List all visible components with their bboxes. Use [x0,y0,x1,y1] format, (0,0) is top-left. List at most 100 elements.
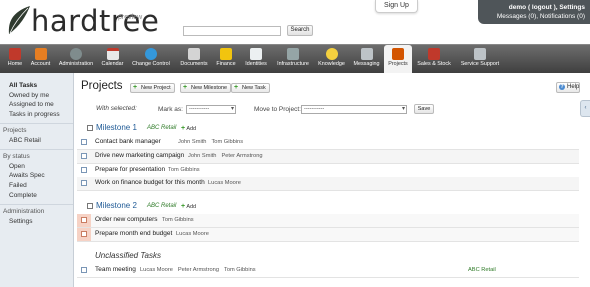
milestone-add-task-link[interactable]: + Add [181,125,196,132]
assignee[interactable]: John Smith [178,139,206,145]
signup-button[interactable]: Sign Up [375,0,418,13]
change-control-icon [145,48,157,60]
app-logo-text[interactable]: hardtree [31,6,159,36]
calendar-icon [106,48,119,60]
nav-service-support[interactable]: Service Support [456,45,504,73]
add-label: Add [186,204,197,210]
button-label: New Milestone [191,85,228,91]
milestone-checkbox[interactable] [87,125,93,131]
nav-label: Calendar [101,61,124,67]
move-to-project-select[interactable]: ----------- [301,105,407,114]
task-name[interactable]: Prepare for presentation [95,166,165,173]
sidebar-heading-status: By status [3,153,30,160]
milestone-checkbox[interactable] [87,203,93,209]
sidebar-heading-administration: Administration [3,208,45,215]
sidebar-item-complete[interactable]: Complete [9,192,37,199]
milestone-title[interactable]: Milestone 2 [96,201,137,210]
nav-account[interactable]: Account [27,45,54,73]
nav-documents[interactable]: Documents [176,45,212,73]
mark-as-select[interactable]: ----------- [186,105,236,114]
nav-knowledge[interactable]: Knowledge [315,45,348,73]
sidebar-item-abc-retail[interactable]: ABC Retail [9,137,41,144]
assignee[interactable]: Lucas Moore [208,180,241,186]
nav-messaging[interactable]: Messaging [350,45,383,73]
task-checkbox[interactable] [81,267,87,273]
user-links[interactable]: demo ( logout ), Settings [478,3,585,12]
milestone-project-link[interactable]: ABC Retail [147,203,176,209]
assignee[interactable]: Lucas Moore [176,231,209,237]
assignee[interactable]: Peter Armstrong [178,267,219,273]
task-checkbox[interactable] [81,167,87,173]
search-input[interactable] [183,26,281,36]
milestone-project-link[interactable]: ABC Retail [147,125,176,131]
task-name[interactable]: Prepare month end budget [95,230,172,237]
task-project-link[interactable]: ABC Retail [468,267,496,273]
task-assignees: Tom Gibbins [162,217,199,223]
nav-label: Knowledge [318,61,345,67]
task-checkbox[interactable] [81,217,87,223]
task-assignees: Lucas Moore Peter Armstrong Tom Gibbins [140,267,261,273]
milestone-add-task-link[interactable]: + Add [181,203,196,210]
task-name[interactable]: Order new computers [95,216,158,223]
side-panel-toggle[interactable]: ‹ [580,100,590,117]
milestone-title[interactable]: Milestone 1 [96,123,137,132]
assignee[interactable]: Tom Gibbins [224,267,256,273]
table-row[interactable]: Drive new marketing campaign John Smith P… [77,150,579,164]
nav-label: Administration [58,61,94,67]
sidebar-heading-projects: Projects [3,127,27,134]
user-counters[interactable]: Messages (0), Notifications (0) [478,12,585,21]
table-row[interactable]: Contact bank manager John Smith Tom Gibbi… [77,136,579,150]
task-checkbox[interactable] [81,139,87,145]
finance-icon [220,48,232,60]
assignee[interactable]: Tom Gibbins [168,167,200,173]
table-row[interactable]: Team meeting Lucas Moore Peter Armstrong T… [77,264,579,278]
sidebar-item-assigned-to-me[interactable]: Assigned to me [9,101,54,108]
task-checkbox[interactable] [81,180,87,186]
new-milestone-button[interactable]: + New Milestone [180,83,232,93]
plus-icon: + [133,84,138,91]
nav-calendar[interactable]: Calendar [99,45,126,73]
assignee[interactable]: Tom Gibbins [211,139,243,145]
task-checkbox[interactable] [81,153,87,159]
nav-label: Finance [216,61,236,67]
nav-finance[interactable]: Finance [213,45,239,73]
task-name[interactable]: Team meeting [95,266,136,273]
task-name[interactable]: Contact bank manager [95,138,161,145]
sidebar-item-open[interactable]: Open [9,163,25,170]
table-row[interactable]: Prepare month end budget Lucas Moore [77,228,579,242]
sidebar-item-tasks-in-progress[interactable]: Tasks in progress [9,111,60,118]
plus-icon: + [181,125,186,132]
search-button[interactable]: Search [287,25,313,36]
table-row[interactable]: Work on finance budget for this month Lu… [77,177,579,191]
nav-sales-stock[interactable]: Sales & Stock [414,45,454,73]
help-button[interactable]: ? Help [556,82,580,93]
nav-home[interactable]: Home [4,45,26,73]
nav-identities[interactable]: Identities [241,45,271,73]
sidebar-item-settings[interactable]: Settings [9,218,33,225]
task-name[interactable]: Work on finance budget for this month [95,179,205,186]
nav-infrastructure[interactable]: Infrastructure [273,45,313,73]
account-icon [34,48,47,60]
sidebar-divider [0,123,73,124]
new-task-button[interactable]: + New Task [231,83,270,93]
sidebar-item-awaits-spec[interactable]: Awaits Spec [9,172,45,179]
new-project-button[interactable]: + New Project [130,83,175,93]
sidebar-item-failed[interactable]: Failed [9,182,27,189]
task-assignees: John Smith Tom Gibbins [178,139,248,145]
documents-icon [188,48,200,60]
table-row[interactable]: Order new computers Tom Gibbins [77,214,579,228]
task-name[interactable]: Drive new marketing campaign [95,152,184,159]
save-button[interactable]: Save [414,104,434,114]
assignee[interactable]: Tom Gibbins [162,217,194,223]
sidebar-item-all-tasks[interactable]: All Tasks [9,82,37,89]
assignee[interactable]: Lucas Moore [140,267,173,273]
table-row[interactable]: Prepare for presentation Tom Gibbins [77,164,579,178]
assignee[interactable]: Peter Armstrong [221,153,262,159]
task-checkbox[interactable] [81,231,87,237]
nav-projects[interactable]: Projects [384,45,412,73]
nav-change-control[interactable]: Change Control [128,45,174,73]
nav-label: Account [30,61,51,67]
sidebar-item-owned-by-me[interactable]: Owned by me [9,92,49,99]
assignee[interactable]: John Smith [188,153,216,159]
nav-administration[interactable]: Administration [55,45,97,73]
